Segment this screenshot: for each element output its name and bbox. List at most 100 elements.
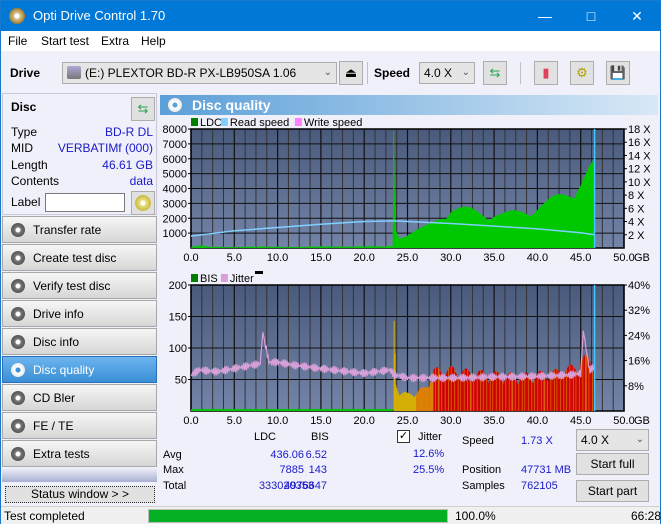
disc-header: Disc <box>11 100 37 114</box>
bis-bar <box>402 392 404 411</box>
bis-bar <box>475 377 477 411</box>
bis-bar <box>443 379 445 411</box>
label-disc-button[interactable] <box>131 191 155 215</box>
disc-row-type: Type BD-R DL <box>11 125 153 139</box>
bis-bar <box>401 393 403 411</box>
chevron-down-icon: ⌄ <box>461 67 470 78</box>
panel-header: Disc quality <box>160 95 658 115</box>
bis-bar <box>428 387 430 411</box>
bis-bar <box>416 393 418 411</box>
x-axis-label: GB <box>634 252 650 264</box>
bis-bar <box>591 366 593 411</box>
y2-tick-label: 10 X <box>628 177 651 189</box>
y-tick-label: 1000 <box>163 228 187 240</box>
bis-bar <box>411 395 413 411</box>
close-button[interactable]: ✕ <box>614 1 660 31</box>
bis-bar <box>398 395 400 411</box>
disc-test-icon <box>11 363 25 377</box>
samples-label: Samples <box>462 480 505 492</box>
disc-test-icon <box>11 335 25 349</box>
bis-bar <box>519 381 521 411</box>
y-tick-label: 50 <box>175 375 187 387</box>
bis-bar <box>476 373 478 411</box>
nav-item-cd-bler[interactable]: CD Bler <box>2 384 157 411</box>
x-tick-label: 40.0 <box>527 415 548 426</box>
bis-bar <box>425 387 427 411</box>
position-value: 47731 MB <box>521 464 572 476</box>
bis-bar <box>504 379 506 411</box>
bis-bar <box>436 367 438 411</box>
settings-button[interactable]: ⚙ <box>570 61 594 85</box>
x-tick-label: 25.0 <box>397 252 418 264</box>
start-full-button[interactable]: Start full <box>576 453 649 475</box>
x-tick-label: 20.0 <box>353 252 374 264</box>
disc-test-icon <box>11 279 25 293</box>
refresh-button[interactable]: ⇆ <box>483 61 507 85</box>
bis-bar <box>470 375 472 411</box>
minimize-button[interactable]: — <box>522 1 568 31</box>
bis-bar <box>503 381 505 411</box>
bis-bar <box>486 378 488 411</box>
speed-select[interactable]: 4.0 X ⌄ <box>419 62 475 84</box>
bis-bar <box>547 381 549 411</box>
bis-bar <box>471 377 473 411</box>
elapsed-time: 66:28 <box>631 509 661 523</box>
bis-bar <box>582 357 584 411</box>
bis-bar <box>506 376 508 411</box>
position-label: Position <box>462 464 502 476</box>
eject-button[interactable]: ⏏ <box>339 61 363 85</box>
save-button[interactable]: 💾 <box>606 61 630 85</box>
y-tick-label: 8000 <box>163 124 187 136</box>
drive-select[interactable]: (E:) PLEXTOR BD-R PX-LB950SA 1.06 ⌄ <box>62 62 337 84</box>
nav-item-drive-info[interactable]: Drive info <box>2 300 157 327</box>
bis-bar <box>397 393 399 411</box>
menu-file[interactable]: File <box>8 34 27 48</box>
y2-tick-label: 12 X <box>628 164 651 176</box>
bis-bar <box>577 374 579 411</box>
jitter-checkbox[interactable]: ✓ <box>397 430 410 443</box>
disc-row-length: Length 46.61 GB <box>11 158 153 172</box>
bis-bar <box>488 382 490 411</box>
nav-spacer <box>2 468 157 482</box>
nav-item-label: Drive info <box>33 307 84 321</box>
bis-bar <box>423 387 425 411</box>
y2-tick-label: 6 X <box>628 203 645 215</box>
bis-bar <box>530 378 532 411</box>
bis-bar <box>507 374 509 411</box>
x-tick-label: 10.0 <box>267 415 288 426</box>
x-tick-label: 35.0 <box>483 415 504 426</box>
nav-item-label: Disc info <box>33 335 80 349</box>
legend-swatch-ldc <box>191 118 198 126</box>
bis-bar <box>414 396 416 411</box>
progress-fill <box>149 510 447 522</box>
nav-item-disc-info[interactable]: Disc info <box>2 328 157 355</box>
maximize-button[interactable]: □ <box>568 1 614 31</box>
bis-bar <box>521 375 523 411</box>
nav-item-extra-tests[interactable]: Extra tests <box>2 440 157 467</box>
nav-item-fe-te[interactable]: FE / TE <box>2 412 157 439</box>
bis-bar <box>559 374 561 411</box>
progress-bar <box>148 509 448 523</box>
erase-button[interactable]: ▮ <box>534 61 558 85</box>
disc-refresh-button[interactable]: ⇆ <box>131 97 155 121</box>
nav-item-disc-quality[interactable]: Disc quality <box>2 356 157 383</box>
bis-bar <box>467 369 469 411</box>
x-tick-label: 30.0 <box>440 415 461 426</box>
label-input[interactable] <box>45 193 125 212</box>
menu-extra[interactable]: Extra <box>101 34 129 48</box>
start-part-button[interactable]: Start part <box>576 480 649 502</box>
drive-select-value: (E:) PLEXTOR BD-R PX-LB950SA 1.06 <box>85 66 297 80</box>
nav-item-transfer-rate[interactable]: Transfer rate <box>2 216 157 243</box>
nav-item-verify-test-disc[interactable]: Verify test disc <box>2 272 157 299</box>
nav-item-create-test-disc[interactable]: Create test disc <box>2 244 157 271</box>
col-bis: BIS <box>311 431 329 443</box>
bis-bar <box>490 376 492 411</box>
x-tick-label: 15.0 <box>310 415 331 426</box>
status-window-button[interactable]: Status window > > <box>5 486 155 503</box>
bis-bar <box>543 373 545 411</box>
bis-bar <box>429 385 431 411</box>
menu-help[interactable]: Help <box>141 34 166 48</box>
test-speed-select[interactable]: 4.0 X ⌄ <box>576 429 649 451</box>
menu-start-test[interactable]: Start test <box>41 34 89 48</box>
bis-bar <box>515 379 517 411</box>
